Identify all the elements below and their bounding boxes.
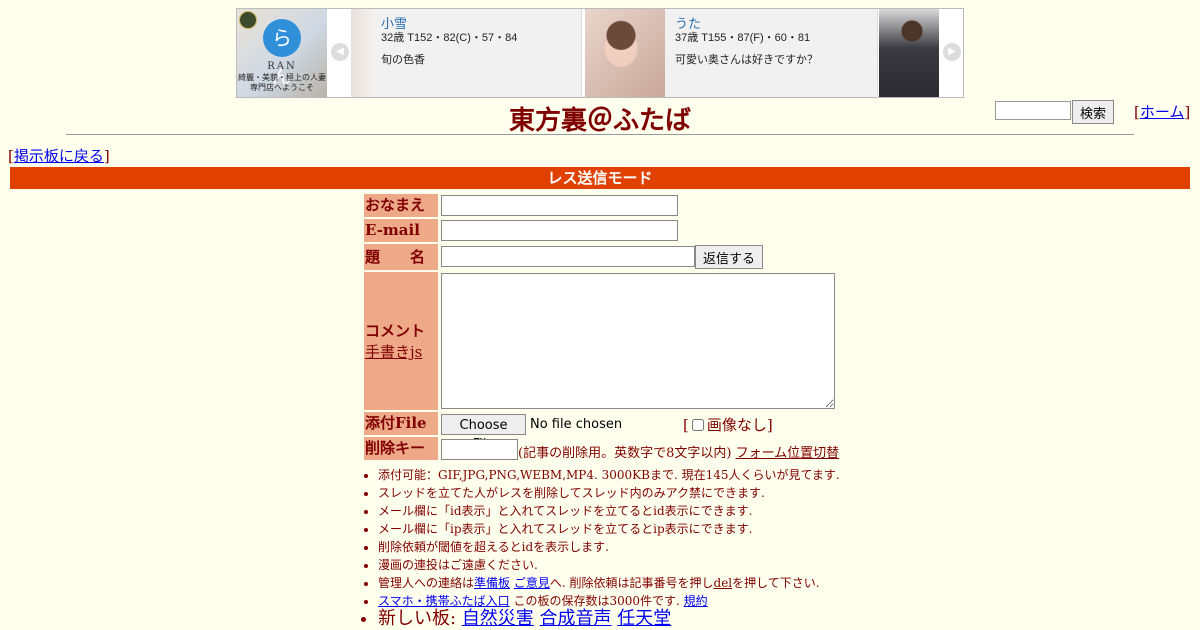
list-item: 添付可能：GIF,JPG,PNG,WEBM,MP4. 3000KBまで. 現在1… xyxy=(378,466,840,484)
delete-key-hint: (記事の削除用。英数字で8文字以内) xyxy=(518,446,732,461)
divider xyxy=(66,134,1134,135)
ad-banner[interactable]: らん RAN 綺麗・美貌・極上の人妻専門店へようこそ ◀ 小雪 32歳 T152… xyxy=(236,8,964,98)
name-input[interactable] xyxy=(441,195,678,216)
delete-key-input[interactable] xyxy=(441,439,518,460)
back-to-board-link[interactable]: 掲示板に戻る xyxy=(14,147,104,165)
file-label: 添付File xyxy=(364,412,438,435)
list-item: 管理人への連絡は準備板 ご意見へ. 削除依頼は記事番号を押しdelを押して下さい… xyxy=(378,574,840,592)
ad-card-3[interactable] xyxy=(879,9,939,97)
mobile-entrance-link[interactable]: スマホ・携帯ふたば入口 xyxy=(378,594,510,608)
email-label: E-mail xyxy=(364,219,438,242)
no-image-label: 画像なし xyxy=(706,416,767,434)
prep-board-link[interactable]: 準備板 xyxy=(474,576,510,590)
submit-reply-button[interactable]: 返信する xyxy=(695,245,763,269)
badge-icon xyxy=(239,11,257,29)
notes-list: 添付可能：GIF,JPG,PNG,WEBM,MP4. 3000KBまで. 現在1… xyxy=(364,466,840,628)
new-boards-label: 新しい板: xyxy=(378,608,457,629)
home-link[interactable]: ホーム xyxy=(1140,103,1185,121)
no-image-checkbox[interactable] xyxy=(691,419,704,431)
board-link-nintendo[interactable]: 任天堂 xyxy=(617,608,671,629)
reply-mode-banner: レス送信モード xyxy=(10,167,1190,189)
comment-label-cell: コメント 手書きjs xyxy=(364,272,438,410)
delete-key-note: (記事の削除用。英数字で8文字以内) フォーム位置切替 xyxy=(518,442,839,461)
archive-count-text: この板の保存数は3000件です. xyxy=(513,594,680,608)
email-input[interactable] xyxy=(441,220,678,241)
handwriting-link[interactable]: 手書きjs xyxy=(365,343,422,361)
board-link-synth-voice[interactable]: 合成音声 xyxy=(540,608,612,629)
ad-card-1[interactable]: 小雪 32歳 T152・82(C)・57・84 旬の色香 xyxy=(351,9,582,97)
subject-input[interactable] xyxy=(441,246,695,267)
choose-file-button[interactable]: Choose File xyxy=(441,414,526,452)
ad-logo-text: RAN xyxy=(267,61,297,72)
back-link-wrapper: [掲示板に戻る] xyxy=(8,147,110,165)
rules-link[interactable]: 規約 xyxy=(684,594,708,608)
board-link-disaster[interactable]: 自然災害 xyxy=(462,608,534,629)
feedback-link[interactable]: ご意見 xyxy=(514,576,550,590)
search-input[interactable] xyxy=(995,101,1071,120)
ad-logo-mark: らん xyxy=(263,19,301,88)
ad-logo[interactable]: らん RAN 綺麗・美貌・極上の人妻専門店へようこそ xyxy=(237,9,327,97)
subject-label: 題 名 xyxy=(364,244,438,270)
list-item: スレッドを立てた人がレスを削除してスレッド内のみアク禁にできます. xyxy=(378,484,840,502)
contact-text: 管理人への連絡は xyxy=(378,576,475,590)
ad-card-photo xyxy=(879,9,939,97)
no-image-option: [画像なし] xyxy=(683,416,773,434)
ad-card-spec: 37歳 T155・87(F)・60・81 xyxy=(675,32,811,44)
contact-text-mid: へ. 削除依頼は記事番号を押し xyxy=(549,576,714,590)
list-item: メール欄に「ip表示」と入れてスレッドを立てるとip表示にできます. xyxy=(378,520,840,538)
ad-card-desc: 可愛い奥さんは好きですか？ xyxy=(675,54,818,66)
form-position-toggle-link[interactable]: フォーム位置切替 xyxy=(736,446,840,461)
list-item: メール欄に「id表示」と入れてスレッドを立てるとid表示にできます. xyxy=(378,502,840,520)
ad-card-2[interactable]: うた 37歳 T155・87(F)・60・81 可愛い奥さんは好きですか？ xyxy=(585,9,878,97)
chevron-left-icon[interactable]: ◀ xyxy=(331,43,349,61)
list-item: 新しい板: 自然災害 合成音声 任天堂 xyxy=(378,610,840,628)
no-file-text: No file chosen xyxy=(530,417,623,432)
delete-key-label: 削除キー xyxy=(364,437,438,460)
del-link[interactable]: del xyxy=(714,576,733,590)
comment-textarea[interactable] xyxy=(441,273,835,409)
contact-text-post: を押して下さい. xyxy=(732,576,820,590)
ad-card-photo xyxy=(585,9,665,97)
home-link-wrapper: [ホーム] xyxy=(1134,103,1191,121)
list-item: 削除依頼が閾値を超えるとidを表示します. xyxy=(378,538,840,556)
search-button[interactable]: 検索 xyxy=(1072,100,1115,124)
comment-label: コメント xyxy=(365,322,426,340)
list-item: 漫画の連投はご遠慮ください. xyxy=(378,556,840,574)
ad-card-photo xyxy=(351,9,371,97)
name-label: おなまえ xyxy=(364,194,438,217)
ad-card-desc: 旬の色香 xyxy=(381,54,425,66)
ad-card-spec: 32歳 T152・82(C)・57・84 xyxy=(381,32,518,44)
ad-logo-tagline: 綺麗・美貌・極上の人妻専門店へようこそ xyxy=(238,73,326,92)
chevron-right-icon[interactable]: ▶ xyxy=(943,43,961,61)
